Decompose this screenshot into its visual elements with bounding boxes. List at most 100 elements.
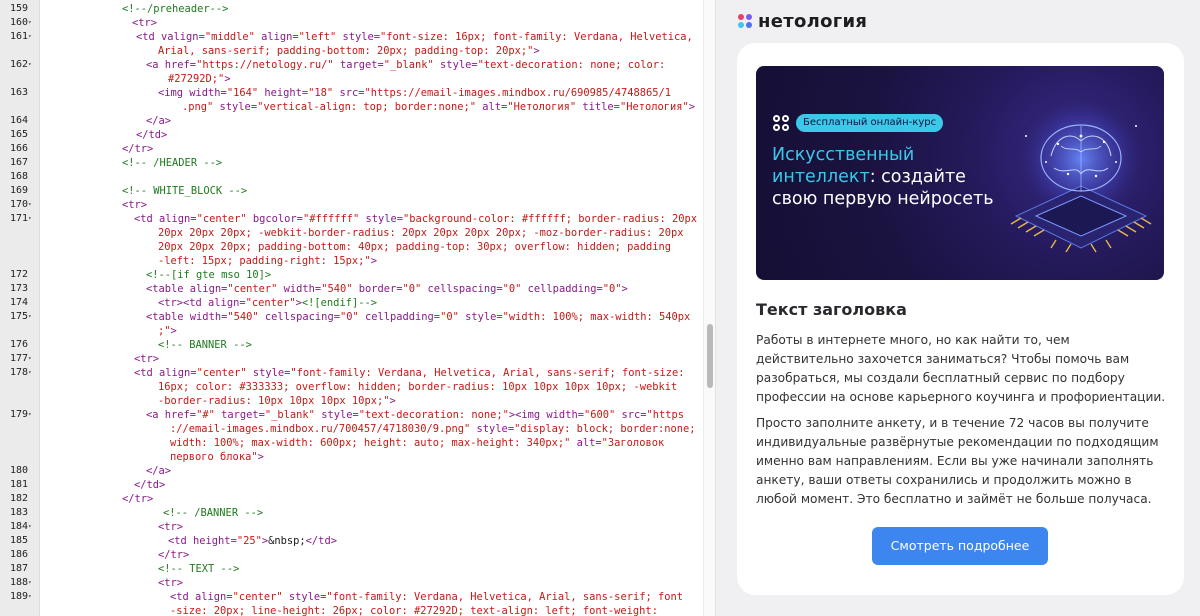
code-text: 20px 20px 20px; -webkit-border-radius: 2… [158, 227, 684, 239]
code-text: <tr> [132, 17, 158, 29]
code-text: 16px; color: #333333; overflow: hidden; … [158, 381, 678, 393]
code-text: Arial, sans-serif; padding-bottom: 20px;… [158, 45, 540, 57]
code-text: <td valign="middle" align="left" style="… [136, 31, 693, 43]
line-number: 176 [9, 339, 28, 350]
code-text: <tr> [122, 199, 148, 211]
fold-toggle-icon[interactable]: ▾ [28, 356, 32, 362]
email-preview-pane: нетология Бесплатный онлайн-курс Искусст… [715, 0, 1200, 616]
banner-title: Искусственный интеллект: создайте свою п… [772, 144, 1002, 210]
code-text: <td align="center" bgcolor="#ffffff" sty… [134, 213, 698, 225]
fold-toggle-icon[interactable]: ▾ [28, 412, 32, 418]
code-text: <table align="center" width="540" border… [146, 283, 628, 295]
code-text: <!-- TEXT --> [158, 563, 240, 575]
ai-chip-brain-illustration [1010, 96, 1152, 253]
line-number: 166 [9, 143, 28, 154]
line-number: 180 [9, 465, 28, 476]
line-number: 183 [9, 507, 28, 518]
line-number: 173 [9, 283, 28, 294]
code-text: <tr> [158, 521, 184, 533]
code-text: <!-- /BANNER --> [163, 507, 264, 519]
code-text: .png" style="vertical-align: top; border… [182, 101, 696, 113]
code-text: <!--[if gte mso 10]> [146, 269, 272, 281]
code-text: <td align="center" style="font-family: V… [134, 367, 685, 379]
line-number: 188 [9, 577, 28, 588]
fold-toggle-icon[interactable]: ▾ [28, 370, 32, 376]
text-heading: Текст заголовка [756, 300, 907, 319]
line-number: 168 [9, 171, 28, 182]
scrollbar-thumb[interactable] [707, 324, 713, 388]
netology-logo[interactable]: нетология [738, 10, 867, 32]
line-number: 175 [9, 311, 28, 322]
body-paragraph-2: Просто заполните анкету, и в течение 72 … [756, 416, 1159, 506]
code-text: </tr> [122, 143, 154, 155]
line-number: 159 [9, 3, 28, 14]
line-number: 185 [9, 535, 28, 546]
line-number: 161 [9, 31, 28, 42]
line-number: 170 [9, 199, 28, 210]
code-text: <td height="25">&nbsp;</td> [168, 535, 337, 547]
line-number: 167 [9, 157, 28, 168]
code-text: </td> [134, 479, 166, 491]
code-text: <!-- /HEADER --> [122, 157, 223, 169]
line-number: 178 [9, 367, 28, 378]
code-text: -size: 20px; line-height: 26px; color: #… [170, 605, 658, 616]
line-number: 184 [9, 521, 28, 532]
code-text: width: 100%; max-width: 600px; height: a… [170, 437, 665, 449]
line-number: 186 [9, 549, 28, 560]
line-number: 182 [9, 493, 28, 504]
code-text: <tr> [134, 353, 160, 365]
view-more-button[interactable]: Смотреть подробнее [872, 527, 1048, 565]
banner-logo-icon [773, 115, 790, 132]
code-text: <!-- WHITE_BLOCK --> [122, 185, 248, 197]
code-area[interactable]: 159 <!--/preheader--> 160 ▾ <tr> 161 ▾ <td vali… [10, 0, 700, 616]
logo-text: нетология [758, 10, 868, 32]
code-text: </a> [146, 465, 172, 477]
fold-toggle-icon[interactable]: ▾ [28, 202, 32, 208]
fold-toggle-icon[interactable]: ▾ [28, 524, 32, 530]
fold-toggle-icon[interactable]: ▾ [28, 594, 32, 600]
code-text: -left: 15px; padding-right: 15px;"> [158, 255, 377, 267]
line-number: 174 [9, 297, 28, 308]
code-text: ://email-images.mindbox.ru/700457/471803… [170, 423, 696, 435]
line-number: 172 [9, 269, 28, 280]
code-text: </td> [136, 129, 168, 141]
code-text: 20px 20px 20px; padding-bottom: 40px; pa… [158, 241, 671, 253]
code-text: ;"> [158, 325, 177, 337]
line-number: 160 [9, 17, 28, 28]
line-number: 189 [9, 591, 28, 602]
fold-toggle-icon[interactable]: ▾ [28, 580, 32, 586]
fold-toggle-icon[interactable]: ▾ [28, 314, 32, 320]
line-number: 162 [9, 59, 28, 70]
code-text: </tr> [158, 549, 190, 561]
code-text: -border-radius: 10px 10px 10px 10px;"> [158, 395, 396, 407]
fold-toggle-icon[interactable]: ▾ [28, 216, 32, 222]
code-text: <table width="540" cellspacing="0" cellp… [146, 311, 691, 323]
line-number: 163 [9, 87, 28, 98]
code-text: <tr><td align="center"><![endif]--> [158, 297, 377, 309]
netology-logo-icon [738, 14, 752, 28]
code-text: <a href="https://netology.ru/" target="_… [146, 59, 666, 71]
body-paragraph-1: Работы в интернете много, но как найти т… [756, 333, 1166, 404]
code-text: <tr> [158, 577, 184, 589]
banner-image[interactable]: Бесплатный онлайн-курс Искусственный инт… [756, 66, 1164, 280]
code-text: <a href="#" target="_blank" style="text-… [146, 409, 685, 421]
line-number: 177 [9, 353, 28, 364]
code-text: <!--/preheader--> [122, 3, 229, 15]
line-number: 171 [9, 213, 28, 224]
code-text: #27292D;"> [168, 73, 231, 85]
fold-toggle-icon[interactable]: ▾ [28, 20, 32, 26]
code-text: </tr> [122, 493, 154, 505]
code-text: <td align="center" style="font-family: V… [170, 591, 683, 603]
code-text: <!-- BANNER --> [158, 339, 252, 351]
fold-toggle-icon[interactable]: ▾ [28, 34, 32, 40]
code-text: </a> [146, 115, 172, 127]
editor-scrollbar[interactable] [703, 0, 715, 616]
code-editor[interactable]: 159 <!--/preheader--> 160 ▾ <tr> 161 ▾ <td vali… [0, 0, 715, 616]
line-number: 169 [9, 185, 28, 196]
code-text: первого блока"> [170, 451, 264, 463]
fold-toggle-icon[interactable]: ▾ [28, 62, 32, 68]
line-number: 181 [9, 479, 28, 490]
code-text: <img width="164" height="18" src="https:… [158, 87, 671, 99]
line-number: 187 [9, 563, 28, 574]
line-number: 165 [9, 129, 28, 140]
